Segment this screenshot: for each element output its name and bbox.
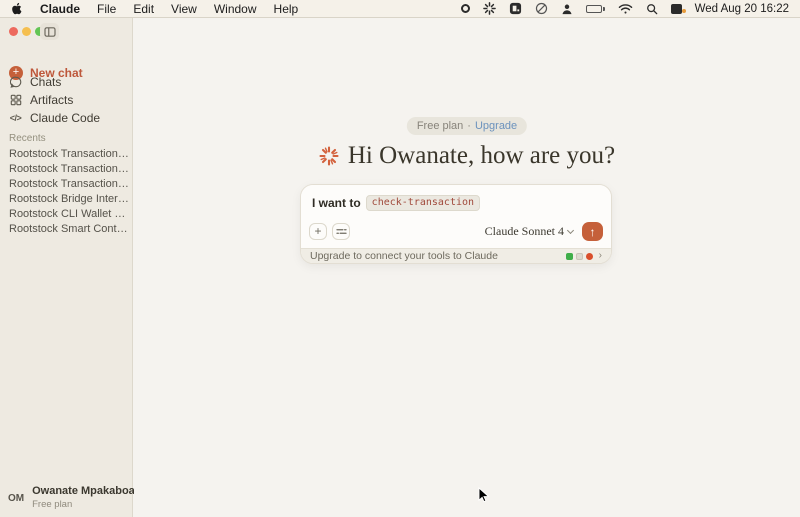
spotlight-search-icon[interactable]	[646, 2, 658, 16]
sidebar-item-claude-code[interactable]: </> Claude Code	[9, 110, 100, 125]
artifacts-grid-icon	[9, 94, 22, 106]
composer-text[interactable]: I want to check-transaction	[312, 195, 480, 211]
main-content: Free plan · Upgrade Hi Owanate, how are …	[134, 18, 800, 517]
menubar-app-name[interactable]: Claude	[40, 2, 80, 16]
menu-window[interactable]: Window	[214, 2, 257, 16]
battery-icon[interactable]	[586, 2, 605, 16]
claude-app-window: + New chat Chats Artifacts </> Claude Co…	[0, 18, 800, 517]
menu-file[interactable]: File	[97, 2, 116, 16]
apple-icon[interactable]	[11, 2, 23, 16]
message-composer: I want to check-transaction + Claude Son…	[300, 184, 612, 264]
menu-bar: Claude File Edit View Window Help	[0, 0, 800, 18]
pill-separator: ·	[467, 120, 471, 132]
plan-label: Free plan	[417, 120, 463, 132]
composer-controls: + Claude Sonnet 4 ↑	[309, 222, 603, 241]
chevron-down-icon	[567, 227, 574, 234]
composer-input-area[interactable]: I want to check-transaction + Claude Son…	[301, 185, 611, 248]
recent-chat-item[interactable]: Rootstock Smart Contract Deploy...	[9, 223, 129, 235]
connector-icon-green	[566, 253, 573, 260]
up-arrow-icon: ↑	[590, 225, 596, 239]
claude-starburst-logo	[319, 146, 339, 166]
menubar-clock[interactable]: Wed Aug 20 16:22	[695, 3, 789, 15]
code-brackets-icon: </>	[9, 113, 22, 123]
sidebar-item-artifacts[interactable]: Artifacts	[9, 92, 73, 107]
composer-text-prefix: I want to	[312, 196, 361, 210]
claude-starburst-icon[interactable]	[483, 2, 496, 16]
recent-chat-item[interactable]: Rootstock Transaction Check	[9, 148, 129, 160]
wifi-icon[interactable]	[618, 2, 633, 16]
input-source-icon[interactable]	[509, 2, 522, 16]
window-traffic-lights	[9, 27, 44, 36]
recent-chat-item[interactable]: Rootstock CLI Wallet Setup	[9, 208, 129, 220]
menu-help[interactable]: Help	[274, 2, 299, 16]
avatar: OM	[8, 493, 24, 504]
model-name: Claude Sonnet 4	[485, 224, 564, 239]
model-selector[interactable]: Claude Sonnet 4	[485, 224, 573, 239]
plan-upgrade-pill[interactable]: Free plan · Upgrade	[407, 117, 527, 135]
recent-chat-item[interactable]: Rootstock Transaction Verification	[9, 178, 129, 190]
menu-edit[interactable]: Edit	[133, 2, 154, 16]
minimize-window-button[interactable]	[22, 27, 31, 36]
upgrade-link[interactable]: Upgrade	[475, 120, 517, 132]
sidebar-item-chats[interactable]: Chats	[9, 74, 61, 89]
recent-chat-item[interactable]: Rootstock Transaction Verification	[9, 163, 129, 175]
greeting-text: Hi Owanate, how are you?	[348, 142, 615, 170]
connector-icons: ›	[566, 251, 602, 261]
chevron-right-icon[interactable]: ›	[599, 251, 602, 261]
connect-tools-banner[interactable]: Upgrade to connect your tools to Claude …	[301, 248, 611, 263]
sidebar-item-label: Chats	[30, 75, 61, 89]
recent-chat-item[interactable]: Rootstock Bridge Interaction	[9, 193, 129, 205]
shield-slash-icon[interactable]	[535, 2, 548, 16]
code-token-chip[interactable]: check-transaction	[366, 195, 480, 211]
attach-button[interactable]: +	[309, 223, 327, 240]
record-status-icon[interactable]	[461, 2, 470, 16]
send-button[interactable]: ↑	[582, 222, 603, 241]
close-window-button[interactable]	[9, 27, 18, 36]
greeting: Hi Owanate, how are you?	[134, 142, 800, 170]
menu-view[interactable]: View	[171, 2, 197, 16]
connector-icon-gray	[576, 253, 583, 260]
mouse-cursor	[478, 487, 490, 509]
banner-text: Upgrade to connect your tools to Claude	[310, 250, 498, 262]
sidebar-item-label: Claude Code	[30, 111, 100, 125]
sidebar: + New chat Chats Artifacts </> Claude Co…	[0, 18, 133, 517]
sidebar-toggle-button[interactable]	[40, 23, 59, 40]
user-account-menu[interactable]: OM Owanate Mpakaboari A... Free plan	[0, 483, 133, 513]
connector-icon-red	[586, 253, 593, 260]
fast-user-switch-icon[interactable]	[561, 2, 573, 16]
menu-extra-app-icon[interactable]	[671, 2, 682, 16]
sidebar-item-label: Artifacts	[30, 93, 73, 107]
plus-icon: +	[314, 225, 321, 237]
tools-tune-button[interactable]	[332, 223, 350, 240]
chat-bubble-icon	[9, 76, 22, 88]
recents-header: Recents	[9, 133, 46, 144]
